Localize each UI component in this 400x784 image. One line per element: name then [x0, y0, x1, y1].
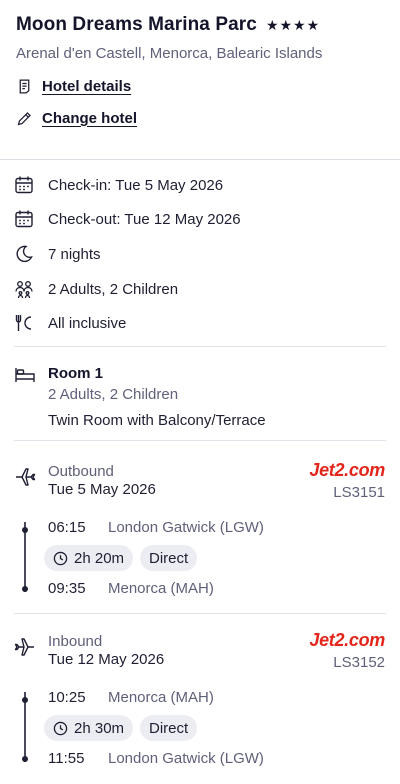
hotel-details-label[interactable]: Hotel details: [42, 78, 131, 95]
hotel-location: Arenal d'en Castell, Menorca, Balearic I…: [16, 45, 323, 62]
check-in-text: Check-in: Tue 5 May 2026: [48, 176, 224, 194]
divider: [14, 613, 386, 614]
nights-row: 7 nights: [14, 242, 101, 266]
room-title: Room 1: [48, 365, 104, 382]
hotel-name: Moon Dreams Marina Parc: [16, 14, 257, 35]
board-row: All inclusive: [14, 311, 126, 335]
clock-icon: [53, 721, 68, 735]
guests-text: 2 Adults, 2 Children: [48, 280, 179, 298]
people-icon: [15, 281, 33, 299]
outbound-date: Tue 5 May 2026: [48, 481, 156, 498]
check-out-row: Check-out: Tue 12 May 2026: [14, 207, 241, 231]
change-hotel-link[interactable]: Change hotel: [16, 109, 384, 127]
check-out-text: Check-out: Tue 12 May 2026: [48, 210, 241, 228]
airline-logo: Jet2.com: [309, 460, 385, 480]
hotel-details-link[interactable]: Hotel details: [16, 77, 384, 95]
divider: [0, 159, 400, 160]
document-icon: [19, 78, 30, 94]
outbound-label: Outbound: [48, 463, 114, 480]
calendar-icon: [15, 210, 33, 228]
duration-text: 2h 30m: [74, 719, 125, 737]
pencil-icon: [17, 111, 31, 125]
star-rating: ★★★★: [265, 16, 321, 33]
timeline-dot: [22, 527, 28, 533]
departure-time: 06:15: [48, 519, 86, 536]
board-text: All inclusive: [48, 314, 127, 332]
plane-takeoff-icon: [16, 468, 36, 486]
plane-landing-icon: [14, 638, 34, 656]
inbound-date: Tue 12 May 2026: [48, 651, 165, 668]
departure-airport: Menorca (MAH): [108, 689, 214, 706]
timeline-dot: [22, 697, 28, 703]
duration-text: 2h 20m: [74, 549, 125, 567]
timeline-dot: [22, 756, 28, 762]
departure-time: 10:25: [48, 689, 86, 706]
check-in-row: Check-in: Tue 5 May 2026: [14, 173, 223, 197]
divider: [14, 346, 386, 347]
flight-number: LS3151: [333, 484, 385, 501]
stops-chip: Direct: [140, 715, 198, 741]
arrival-time: 11:55: [48, 750, 85, 767]
change-hotel-label[interactable]: Change hotel: [42, 110, 137, 127]
room-occupancy: 2 Adults, 2 Children: [48, 386, 179, 403]
room-type: Twin Room with Balcony/Terrace: [48, 412, 266, 429]
arrival-airport: London Gatwick (LGW): [108, 750, 264, 767]
timeline-dot: [22, 586, 28, 592]
inbound-label: Inbound: [48, 633, 103, 650]
calendar-icon: [15, 176, 33, 194]
arrival-airport: Menorca (MAH): [108, 580, 214, 597]
duration-chip: 2h 20m: [44, 545, 134, 571]
nights-text: 7 nights: [48, 245, 101, 263]
duration-chip: 2h 30m: [44, 715, 134, 741]
stops-chip: Direct: [140, 545, 198, 571]
clock-icon: [53, 551, 68, 565]
moon-icon: [16, 245, 33, 263]
arrival-time: 09:35: [48, 580, 86, 597]
bed-icon: [15, 368, 35, 382]
hotel-header: Moon Dreams Marina Parc ★★★★ Arenal d'en…: [0, 0, 400, 127]
guests-row: 2 Adults, 2 Children: [14, 277, 178, 301]
divider: [14, 440, 386, 441]
flight-number: LS3152: [333, 654, 385, 671]
airline-logo: Jet2.com: [309, 630, 385, 650]
cutlery-icon: [15, 315, 32, 331]
departure-airport: London Gatwick (LGW): [108, 519, 264, 536]
